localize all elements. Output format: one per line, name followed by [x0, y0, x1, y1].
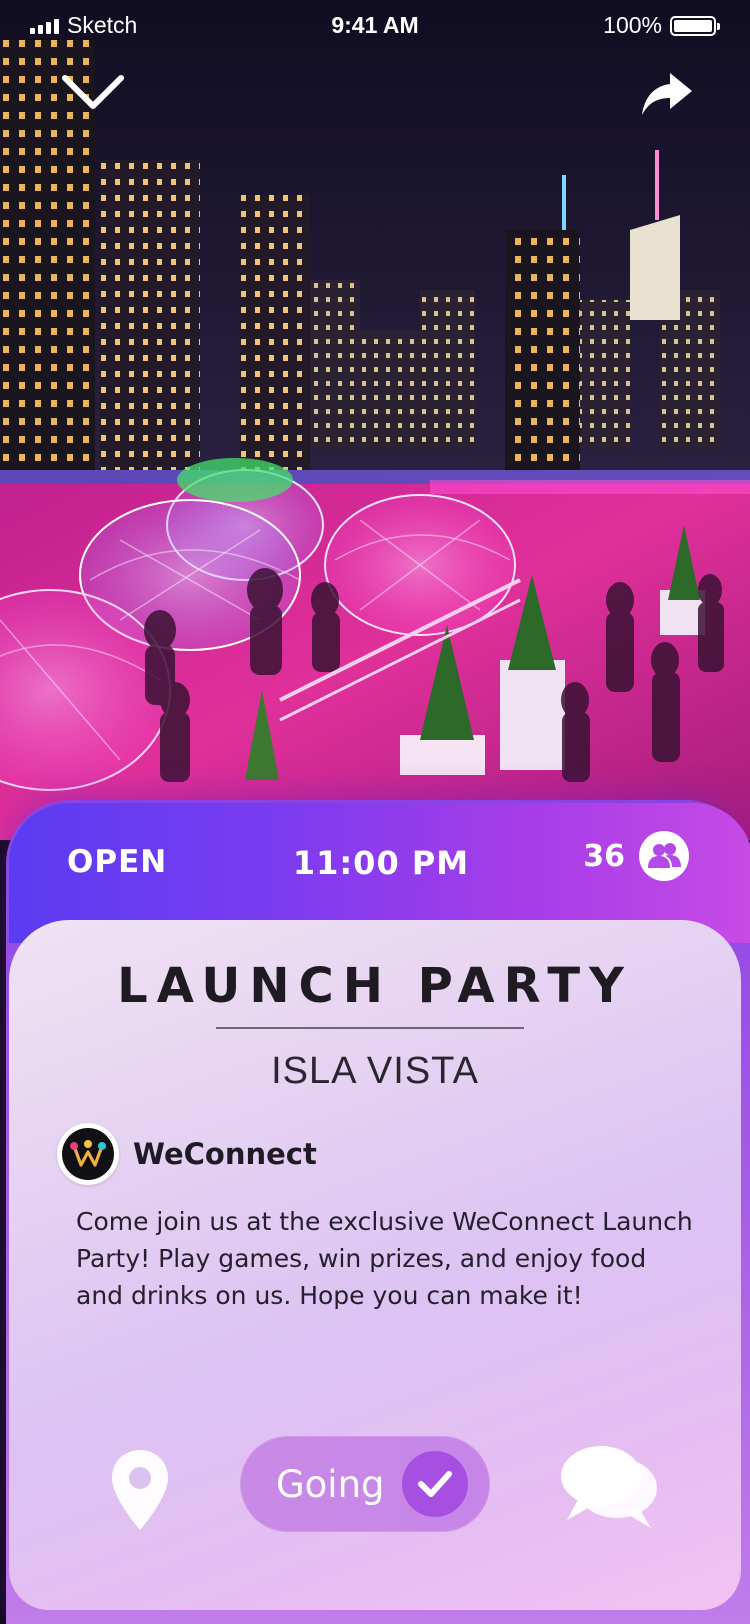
share-button[interactable] [632, 65, 702, 125]
attendees-button[interactable]: 36 [583, 831, 689, 881]
event-location: ISLA VISTA [271, 1050, 479, 1092]
share-arrow-icon [642, 73, 692, 115]
event-card: OPEN 11:00 PM 36 LAUNCH PARTY ISLA VISTA [6, 800, 750, 1624]
city-rooftop-illustration [0, 0, 750, 840]
status-bar-right: 100% [603, 12, 720, 39]
going-button[interactable]: Going [240, 1436, 490, 1532]
event-host[interactable]: WeConnect [57, 1123, 317, 1185]
status-bar: Sketch 9:41 AM 100% [0, 0, 750, 50]
event-actions: Going [9, 1436, 741, 1536]
battery-icon [670, 15, 720, 36]
event-title: LAUNCH PARTY [117, 958, 633, 1014]
going-label: Going [276, 1463, 385, 1506]
weconnect-logo-icon [62, 1128, 114, 1180]
collapse-button[interactable] [58, 62, 128, 122]
battery-level [674, 19, 712, 32]
people-icon [639, 831, 689, 881]
attendee-count: 36 [583, 838, 625, 874]
chat-bubbles-icon [561, 1446, 657, 1528]
map-pin-icon [112, 1450, 168, 1530]
location-button[interactable] [109, 1448, 171, 1532]
event-detail-screen: Sketch 9:41 AM 100% OPEN 11:00 PM 36 LAU… [0, 0, 750, 1624]
event-cover-photo [0, 0, 750, 840]
event-card-body: LAUNCH PARTY ISLA VISTA WeConnect Come j… [9, 920, 741, 1610]
event-description: Come join us at the exclusive WeConnect … [76, 1207, 693, 1310]
chevron-down-icon [62, 75, 124, 109]
host-avatar [57, 1123, 119, 1185]
checkmark-icon [402, 1451, 468, 1517]
battery-percentage: 100% [603, 12, 662, 38]
host-name: WeConnect [133, 1137, 317, 1171]
chat-button[interactable] [559, 1442, 663, 1532]
title-divider [216, 1027, 524, 1029]
